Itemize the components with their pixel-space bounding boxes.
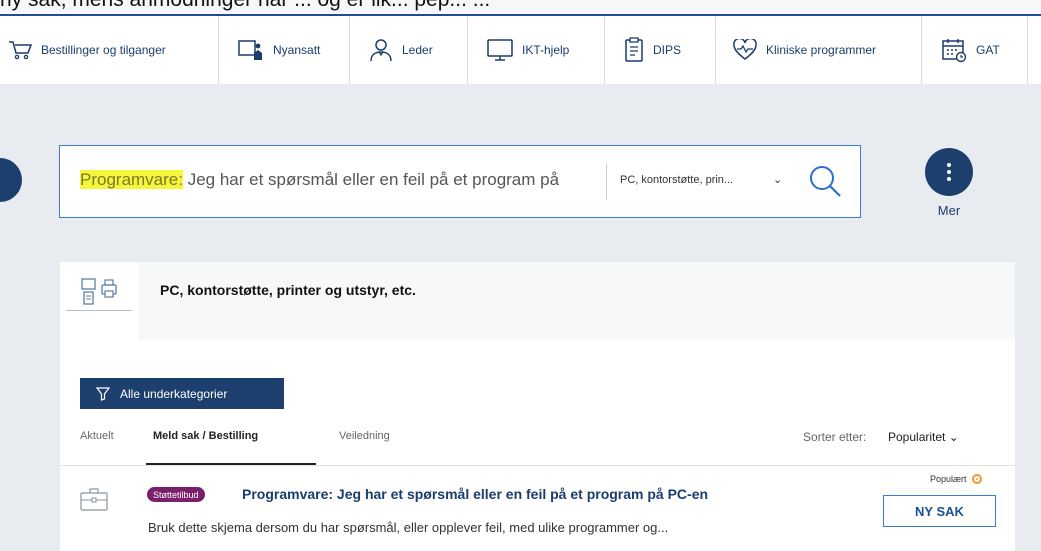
category-header-panel: PC, kontorstøtte, printer og utstyr, etc… — [60, 262, 1015, 340]
briefcase-icon — [80, 488, 108, 511]
nav-item-gat[interactable]: GAT — [941, 16, 1000, 84]
nav-label: Leder — [402, 43, 433, 57]
category-select[interactable]: PC, kontorstøtte, prin... — [620, 174, 733, 186]
nav-item-nyansatt[interactable]: Nyansatt — [238, 16, 320, 84]
cart-icon — [9, 41, 32, 60]
more-dots-icon — [947, 163, 951, 181]
nav-label: Nyansatt — [273, 43, 321, 57]
nav-item-kliniske-programmer[interactable]: Kliniske programmer — [733, 16, 876, 84]
nav-label: IKT-hjelp — [522, 43, 570, 57]
sort-dropdown[interactable]: Popularitet ⌄ — [888, 430, 959, 444]
top-navigation-bar: Bestillinger og tilganger Nyansatt Leder… — [0, 14, 1041, 84]
more-label: Mer — [937, 203, 961, 218]
manager-icon — [370, 39, 392, 62]
search-icon[interactable] — [808, 164, 842, 198]
monitor-icon — [487, 39, 513, 61]
chevron-down-icon[interactable]: ⌄ — [773, 173, 782, 186]
heartbeat-icon — [733, 39, 757, 60]
clipboard-icon — [625, 37, 643, 62]
nav-label: DIPS — [653, 43, 682, 57]
popular-dot-icon — [971, 474, 982, 484]
tab-veiledning[interactable]: Veiledning — [339, 430, 390, 442]
popular-indicator: Populært — [930, 474, 982, 484]
subcategories-label: Alle underkategorier — [120, 386, 228, 401]
sort-label: Sorter etter: — [803, 430, 867, 444]
tab-meld-sak[interactable]: Meld sak / Bestilling — [153, 430, 258, 442]
calendar-icon — [942, 39, 967, 63]
tab-bar: Aktuelt Meld sak / Bestilling Veiledning… — [60, 424, 1015, 466]
all-subcategories-button[interactable]: Alle underkategorier — [80, 378, 284, 409]
nav-label: Bestillinger og tilganger — [41, 43, 166, 57]
new-employee-icon — [238, 40, 262, 60]
carousel-previous-button[interactable] — [0, 158, 22, 202]
nav-item-dips[interactable]: DIPS — [624, 16, 681, 84]
result-title-link[interactable]: Programvare: Jeg har et spørsmål eller e… — [242, 486, 708, 502]
more-button[interactable] — [925, 148, 973, 196]
category-title: PC, kontorstøtte, printer og utstyr, etc… — [160, 282, 416, 298]
pc-printer-icon — [81, 278, 117, 305]
services-panel: Alle underkategorier Aktuelt Meld sak / … — [60, 340, 1015, 551]
new-case-button[interactable]: NY SAK — [883, 495, 996, 527]
top-cropped-text-strip: ny sak, mens anmodninger har ... og er l… — [0, 0, 1041, 14]
nav-item-ikt-hjelp[interactable]: IKT-hjelp — [487, 16, 569, 84]
cropped-text: ny sak, mens anmodninger har ... og er l… — [0, 0, 490, 12]
search-query: Jeg har et spørsmål eller en feil på et … — [182, 170, 560, 189]
search-input[interactable]: Programvare: Jeg har et spørsmål eller e… — [80, 170, 559, 190]
nav-label: Kliniske programmer — [766, 43, 877, 57]
search-divider — [606, 164, 607, 200]
result-description: Bruk dette skjema dersom du har spørsmål… — [148, 520, 669, 535]
divider — [60, 465, 1015, 466]
nav-item-bestillinger[interactable]: Bestillinger og tilganger — [8, 16, 166, 84]
search-highlight: Programvare: — [80, 170, 183, 189]
filter-icon — [96, 386, 110, 401]
search-box[interactable]: Programvare: Jeg har et spørsmål eller e… — [59, 145, 861, 218]
nav-item-leder[interactable]: Leder — [369, 16, 433, 84]
category-icon-box — [60, 262, 138, 340]
tab-aktuelt[interactable]: Aktuelt — [80, 430, 114, 442]
popular-label: Populært — [930, 474, 967, 484]
support-badge: Støttetilbud — [147, 487, 205, 502]
nav-label: GAT — [976, 43, 1000, 57]
